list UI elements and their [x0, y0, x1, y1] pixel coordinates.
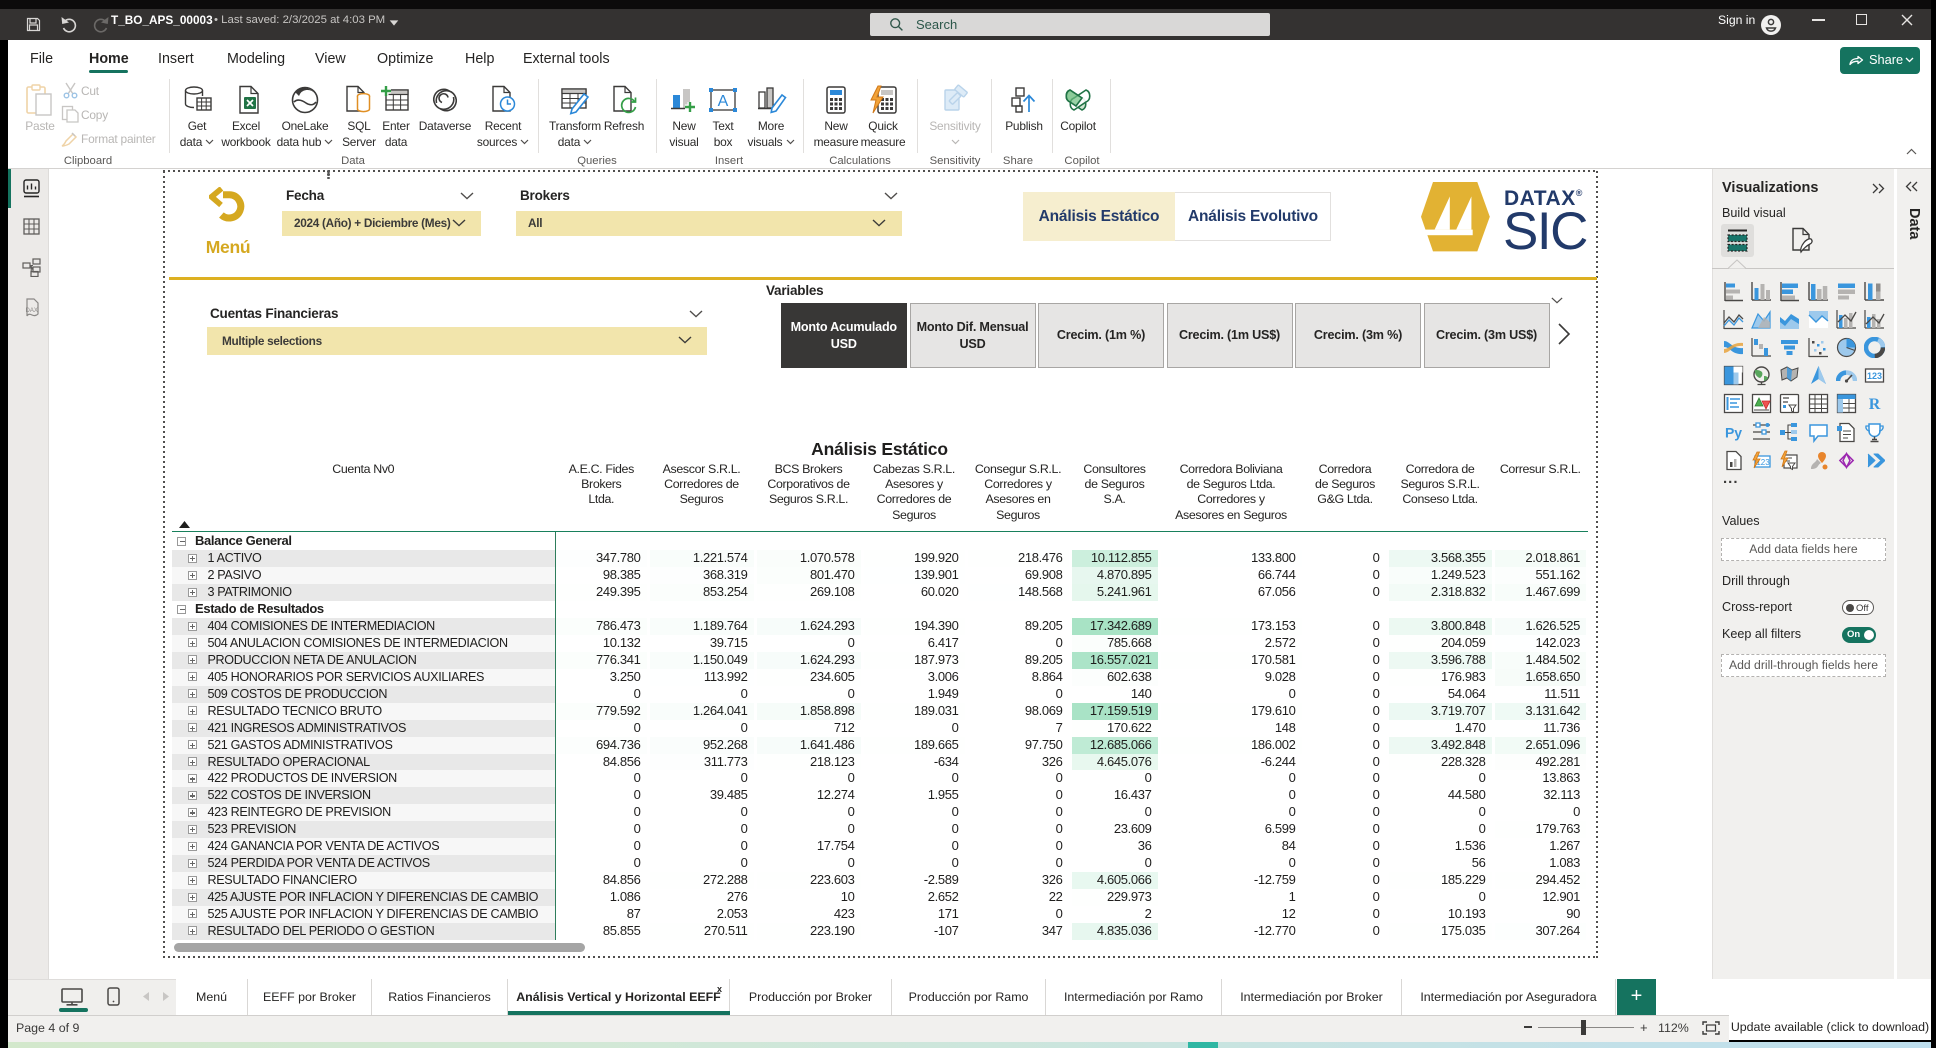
svg-text:Py: Py: [1725, 425, 1742, 441]
svg-text:A: A: [718, 93, 729, 110]
svg-text:123: 123: [1867, 371, 1882, 381]
svg-text:DAX: DAX: [26, 308, 38, 314]
svg-text:R: R: [1869, 396, 1881, 413]
